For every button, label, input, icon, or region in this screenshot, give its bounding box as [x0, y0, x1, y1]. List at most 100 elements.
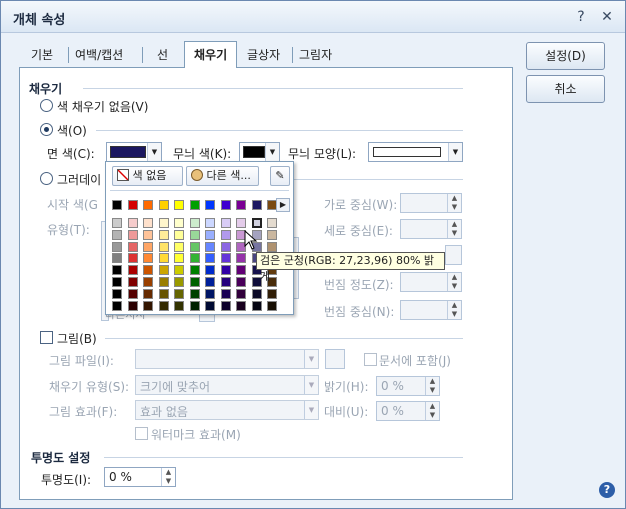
color-swatch[interactable] [127, 218, 138, 228]
color-swatch[interactable] [158, 200, 169, 210]
color-swatch[interactable] [251, 288, 262, 299]
color-swatch[interactable] [143, 288, 153, 299]
color-swatch[interactable] [143, 241, 153, 252]
ok-button[interactable]: 설정(D) [526, 42, 605, 70]
color-swatch[interactable] [127, 288, 138, 299]
color-swatch[interactable] [127, 300, 138, 311]
tab-fill[interactable]: 채우기 [184, 41, 238, 68]
color-swatch[interactable] [158, 253, 169, 264]
color-swatch[interactable] [189, 265, 200, 276]
color-swatch[interactable] [112, 277, 122, 287]
color-swatch[interactable] [112, 300, 122, 311]
play-icon[interactable]: ▶ [276, 198, 290, 212]
color-swatch[interactable] [220, 300, 231, 311]
color-swatch[interactable] [158, 288, 169, 299]
color-swatch[interactable] [236, 277, 246, 287]
color-swatch[interactable] [220, 241, 231, 252]
color-swatch[interactable] [220, 277, 231, 287]
color-swatch[interactable] [143, 229, 153, 240]
color-swatch[interactable] [189, 300, 200, 311]
color-swatch[interactable] [236, 253, 246, 264]
color-swatch[interactable] [189, 288, 200, 299]
pattern-shape-combo[interactable]: ▼ [368, 142, 463, 162]
color-swatch[interactable] [205, 241, 215, 252]
tab-line[interactable]: 선 [157, 45, 168, 67]
color-swatch[interactable] [267, 218, 277, 228]
tab-shadow[interactable]: 그림자 [299, 45, 332, 67]
color-swatch[interactable] [174, 265, 184, 276]
color-swatch[interactable] [127, 277, 138, 287]
color-swatch[interactable] [143, 277, 153, 287]
color-swatch[interactable] [158, 241, 169, 252]
color-swatch[interactable] [112, 200, 122, 210]
color-swatch[interactable] [127, 200, 138, 210]
cancel-button[interactable]: 취소 [526, 75, 605, 103]
picture-checkbox[interactable] [40, 331, 53, 344]
eyedropper-icon[interactable]: ✎ [270, 166, 290, 186]
no-color-button[interactable]: 색 없음 [112, 166, 183, 186]
face-color-combo[interactable]: ▼ [106, 142, 162, 162]
color-swatch[interactable] [143, 218, 153, 228]
color-swatch[interactable] [189, 277, 200, 287]
color-swatch[interactable] [220, 253, 231, 264]
color-swatch[interactable] [205, 300, 215, 311]
help-title-button[interactable]: ? [571, 7, 591, 27]
color-swatch[interactable] [236, 288, 246, 299]
tab-basic[interactable]: 기본 [31, 45, 53, 67]
color-swatch[interactable] [236, 200, 246, 210]
color-swatch[interactable] [189, 218, 200, 228]
gradient-radio[interactable] [40, 172, 53, 185]
color-swatch[interactable] [220, 229, 231, 240]
color-swatch[interactable] [251, 200, 262, 210]
color-swatch[interactable] [158, 265, 169, 276]
color-swatch[interactable] [205, 288, 215, 299]
color-swatch[interactable] [174, 277, 184, 287]
color-swatch[interactable] [236, 300, 246, 311]
tab-margin-caption[interactable]: 여백/캡션 [75, 45, 123, 67]
color-swatch[interactable] [174, 229, 184, 240]
color-swatch[interactable] [127, 241, 138, 252]
color-swatch[interactable] [220, 288, 231, 299]
color-swatch[interactable] [236, 265, 246, 276]
color-swatch[interactable] [174, 288, 184, 299]
color-swatch[interactable] [205, 229, 215, 240]
color-swatch[interactable] [158, 218, 169, 228]
color-swatch[interactable] [174, 241, 184, 252]
color-swatch[interactable] [205, 265, 215, 276]
color-swatch[interactable] [143, 300, 153, 311]
color-swatch[interactable] [143, 253, 153, 264]
color-swatch[interactable] [251, 218, 262, 228]
color-swatch[interactable] [251, 300, 262, 311]
color-swatch[interactable] [143, 265, 153, 276]
color-swatch[interactable] [220, 218, 231, 228]
color-swatch[interactable] [267, 229, 277, 240]
color-swatch[interactable] [158, 277, 169, 287]
color-swatch[interactable] [174, 253, 184, 264]
color-swatch[interactable] [112, 288, 122, 299]
color-swatch[interactable] [127, 229, 138, 240]
color-swatch[interactable] [158, 300, 169, 311]
transparency-input[interactable]: 0 % ▲ ▼ [104, 467, 176, 487]
color-swatch[interactable] [127, 265, 138, 276]
color-swatch[interactable] [112, 241, 122, 252]
color-swatch[interactable] [158, 229, 169, 240]
color-swatch[interactable] [189, 200, 200, 210]
color-swatch[interactable] [143, 200, 153, 210]
color-swatch[interactable] [189, 229, 200, 240]
color-swatch[interactable] [267, 241, 277, 252]
color-swatch[interactable] [267, 300, 277, 311]
color-swatch[interactable] [205, 253, 215, 264]
color-swatch[interactable] [112, 229, 122, 240]
color-swatch[interactable] [205, 200, 215, 210]
color-swatch[interactable] [127, 253, 138, 264]
color-swatch[interactable] [205, 218, 215, 228]
color-swatch[interactable] [174, 200, 184, 210]
color-swatch[interactable] [174, 218, 184, 228]
color-swatch[interactable] [112, 265, 122, 276]
color-swatch[interactable] [220, 265, 231, 276]
color-swatch[interactable] [112, 218, 122, 228]
color-swatch[interactable] [205, 277, 215, 287]
color-swatch[interactable] [112, 253, 122, 264]
color-swatch[interactable] [189, 241, 200, 252]
tab-textbox[interactable]: 글상자 [247, 45, 280, 67]
